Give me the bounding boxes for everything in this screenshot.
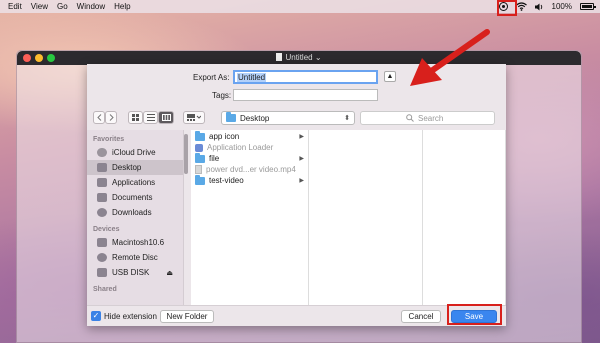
title-chevron-icon[interactable]: ⌄ <box>315 53 322 62</box>
sidebar-scrollbar[interactable] <box>184 134 188 174</box>
downloads-icon <box>97 208 107 217</box>
menu-view[interactable]: View <box>26 2 52 11</box>
location-popup[interactable]: Desktop ⬍ <box>221 111 355 125</box>
desktop-icon <box>97 163 107 172</box>
forward-arrow-icon <box>109 114 114 121</box>
sidebar-item-label: Macintosh10.6 <box>112 238 165 247</box>
video-file-icon <box>195 165 202 174</box>
documents-icon <box>97 193 107 202</box>
sidebar-item-label: Desktop <box>112 163 142 172</box>
file-row-test-video[interactable]: test-video ▶ <box>191 174 308 186</box>
gallery-view-icon <box>187 114 201 121</box>
disclosure-arrow-icon: ▶ <box>299 178 304 184</box>
sidebar-item-icloud-drive[interactable]: iCloud Drive <box>87 145 183 160</box>
new-folder-button[interactable]: New Folder <box>160 310 214 323</box>
file-row-file[interactable]: file ▶ <box>191 152 308 164</box>
menu-help[interactable]: Help <box>110 2 135 11</box>
expand-dialog-button[interactable]: ▲ <box>384 71 396 82</box>
file-column-2 <box>309 130 423 305</box>
applications-icon <box>97 178 107 187</box>
back-button[interactable] <box>93 111 105 124</box>
file-name: test-video <box>209 176 244 185</box>
sidebar-item-downloads[interactable]: Downloads <box>87 205 183 220</box>
search-placeholder: Search <box>418 113 444 123</box>
disclosure-arrow-icon: ▶ <box>299 134 304 140</box>
sidebar-item-usb-disk[interactable]: USB DISK ⏏ <box>87 265 183 280</box>
export-as-field[interactable]: Untitled <box>233 70 378 84</box>
volume-icon[interactable] <box>534 3 544 11</box>
window-title: Untitled ⌄ <box>17 53 581 62</box>
menu-window[interactable]: Window <box>72 2 109 11</box>
back-arrow-icon <box>96 114 101 121</box>
sidebar-item-label: Downloads <box>112 208 152 217</box>
tags-field[interactable] <box>233 89 378 101</box>
tags-label: Tags: <box>212 91 232 100</box>
export-as-label: Export As: <box>193 73 230 82</box>
folder-icon <box>195 152 205 163</box>
search-field[interactable]: Search <box>360 111 495 125</box>
window-title-text: Untitled <box>285 53 313 62</box>
hide-extension-label: Hide extension <box>104 312 157 321</box>
sidebar-item-desktop[interactable]: Desktop <box>87 160 183 175</box>
folder-icon <box>195 130 205 141</box>
disclosure-arrow-icon: ▶ <box>299 156 304 162</box>
dialog-footer: ✓ Hide extension New Folder Cancel Save <box>87 305 506 326</box>
devices-header: Devices <box>93 226 120 233</box>
sidebar-item-applications[interactable]: Applications <box>87 175 183 190</box>
column-view-button[interactable] <box>158 111 174 124</box>
window-titlebar: Untitled ⌄ <box>17 51 581 65</box>
gallery-view-button[interactable] <box>183 111 205 124</box>
save-dialog: Export As: Untitled ▲ Tags: Desktop ⬍ Se… <box>87 64 506 326</box>
file-row-application-loader[interactable]: Application Loader <box>191 142 308 153</box>
wifi-icon[interactable] <box>515 2 527 11</box>
document-icon <box>276 53 283 61</box>
menu-go[interactable]: Go <box>53 2 73 11</box>
list-view-icon <box>146 114 155 121</box>
battery-icon[interactable] <box>580 3 596 10</box>
list-view-button[interactable] <box>143 111 158 124</box>
updown-chevron-icon: ⬍ <box>344 115 350 122</box>
favorites-header: Favorites <box>93 136 125 143</box>
cloud-icon <box>97 148 107 157</box>
battery-percent: 100% <box>551 2 572 11</box>
export-as-value: Untitled <box>237 73 267 82</box>
search-icon <box>406 114 414 122</box>
file-row-app-icon[interactable]: app icon ▶ <box>191 130 308 142</box>
record-icon-highlight <box>497 0 517 16</box>
icon-view-button[interactable] <box>128 111 143 124</box>
file-name: power dvd...er video.mp4 <box>206 165 296 174</box>
file-name: Application Loader <box>207 143 274 152</box>
sidebar: Favorites iCloud Drive Desktop Applicati… <box>87 130 184 305</box>
folder-icon <box>195 174 205 185</box>
save-button-highlight <box>447 304 502 325</box>
sidebar-item-label: Documents <box>112 193 153 202</box>
file-row-power-dvd[interactable]: power dvd...er video.mp4 <box>191 164 308 175</box>
sidebar-item-label: Remote Disc <box>112 253 158 262</box>
file-name: file <box>209 154 220 163</box>
eject-icon[interactable]: ⏏ <box>166 269 173 277</box>
forward-button[interactable] <box>105 111 117 124</box>
hide-extension-checkbox[interactable]: ✓ <box>91 311 101 321</box>
icon-view-icon <box>132 114 139 121</box>
sidebar-item-remote-disc[interactable]: Remote Disc <box>87 250 183 265</box>
app-icon <box>195 143 203 152</box>
file-column-3 <box>423 130 506 305</box>
sidebar-item-label: iCloud Drive <box>112 148 156 157</box>
expand-chevron-icon: ▲ <box>386 73 394 80</box>
desktop-folder-icon <box>226 112 236 122</box>
sidebar-item-documents[interactable]: Documents <box>87 190 183 205</box>
hard-drive-icon <box>97 238 107 247</box>
file-name: app icon <box>209 132 240 141</box>
cancel-button[interactable]: Cancel <box>401 310 441 323</box>
shared-header: Shared <box>93 286 117 293</box>
disc-icon <box>97 253 107 262</box>
sidebar-item-macintosh[interactable]: Macintosh10.6 <box>87 235 183 250</box>
sidebar-item-label: USB DISK <box>112 268 150 277</box>
sidebar-item-label: Applications <box>112 178 156 187</box>
column-view-icon <box>161 114 171 121</box>
location-label: Desktop <box>240 113 270 123</box>
file-column-1: app icon ▶ Application Loader file ▶ pow… <box>191 130 309 305</box>
usb-drive-icon <box>97 268 107 277</box>
menu-edit[interactable]: Edit <box>0 2 26 11</box>
